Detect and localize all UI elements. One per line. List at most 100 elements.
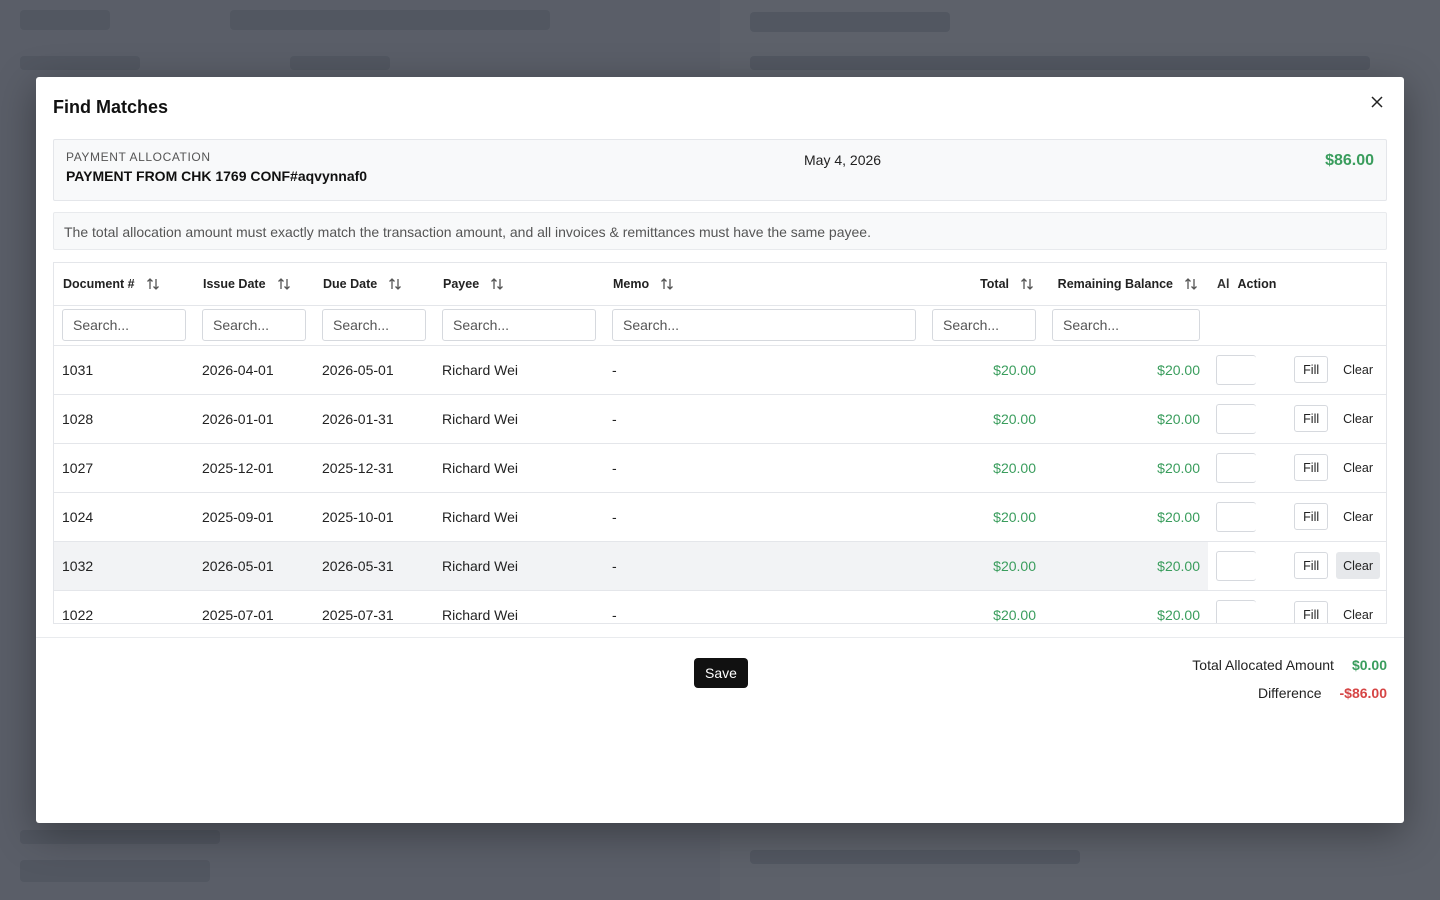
cell-document: 1028 (54, 394, 194, 444)
footer-divider (36, 637, 1404, 638)
allocation-notice: The total allocation amount must exactly… (53, 212, 1387, 250)
cell-issue-date: 2025-07-01 (194, 590, 314, 623)
cell-remaining-balance: $20.00 (1044, 492, 1208, 542)
cell-payee: Richard Wei (434, 541, 604, 591)
search-input-document[interactable] (62, 309, 186, 341)
payment-allocation-summary: PAYMENT ALLOCATION PAYMENT FROM CHK 1769… (53, 139, 1387, 201)
cell-due-date: 2025-10-01 (314, 492, 434, 542)
cell-payee: Richard Wei (434, 492, 604, 542)
cell-payee: Richard Wei (434, 394, 604, 444)
clear-button[interactable]: Clear (1336, 405, 1380, 432)
allocation-totals: Total Allocated Amount $0.00 Difference … (1192, 651, 1387, 707)
table-row: 1027 2025-12-01 2025-12-31 Richard Wei -… (54, 443, 1386, 493)
column-header-remaining-balance[interactable]: Remaining Balance (1044, 263, 1208, 306)
cell-payee: Richard Wei (434, 345, 604, 395)
clear-button[interactable]: Clear (1336, 454, 1380, 481)
save-button[interactable]: Save (694, 658, 748, 688)
cell-due-date: 2026-05-01 (314, 345, 434, 395)
allocation-amount-input[interactable] (1216, 550, 1256, 581)
sort-icon (491, 277, 504, 290)
table-row: 1032 2026-05-01 2026-05-31 Richard Wei -… (54, 541, 1386, 591)
sort-icon (661, 277, 674, 290)
search-input-due-date[interactable] (322, 309, 426, 341)
cell-issue-date: 2026-01-01 (194, 394, 314, 444)
search-input-issue-date[interactable] (202, 309, 306, 341)
cell-memo: - (604, 394, 924, 444)
clear-button[interactable]: Clear (1336, 356, 1380, 383)
cell-issue-date: 2025-12-01 (194, 443, 314, 493)
fill-button[interactable]: Fill (1294, 356, 1329, 383)
cell-memo: - (604, 541, 924, 591)
allocation-amount: $86.00 (1325, 152, 1374, 169)
column-header-allocated: Al (1217, 276, 1230, 291)
sort-icon (1021, 277, 1033, 290)
cell-due-date: 2025-07-31 (314, 590, 434, 623)
cell-issue-date: 2026-04-01 (194, 345, 314, 395)
search-input-total[interactable] (932, 309, 1036, 341)
allocation-label: PAYMENT ALLOCATION (66, 150, 211, 164)
search-input-memo[interactable] (612, 309, 916, 341)
cell-remaining-balance: $20.00 (1044, 541, 1208, 591)
fill-button[interactable]: Fill (1294, 503, 1329, 530)
modal-title: Find Matches (53, 97, 169, 117)
cell-issue-date: 2025-09-01 (194, 492, 314, 542)
cell-document: 1032 (54, 541, 194, 591)
search-input-remaining-balance[interactable] (1052, 309, 1200, 341)
fill-button[interactable]: Fill (1294, 552, 1329, 579)
column-header-allocated-action: Al Action (1208, 263, 1386, 306)
cell-due-date: 2026-05-31 (314, 541, 434, 591)
cell-total: $20.00 (924, 541, 1044, 591)
allocation-date: May 4, 2026 (804, 152, 882, 168)
allocation-amount-input[interactable] (1216, 403, 1256, 434)
column-header-document[interactable]: Document # (54, 263, 194, 306)
table-row: 1031 2026-04-01 2026-05-01 Richard Wei -… (54, 345, 1386, 395)
cell-remaining-balance: $20.00 (1044, 590, 1208, 623)
cell-payee: Richard Wei (434, 443, 604, 493)
fill-button[interactable]: Fill (1294, 405, 1329, 432)
allocation-description: PAYMENT FROM CHK 1769 CONF#aqvynnaf0 (66, 168, 368, 184)
column-header-issue-date[interactable]: Issue Date (194, 263, 314, 306)
column-header-due-date[interactable]: Due Date (314, 263, 434, 306)
cell-remaining-balance: $20.00 (1044, 345, 1208, 395)
cell-remaining-balance: $20.00 (1044, 394, 1208, 444)
clear-button[interactable]: Clear (1336, 503, 1380, 530)
allocation-amount-input[interactable] (1216, 599, 1256, 623)
cell-document: 1024 (54, 492, 194, 542)
cell-total: $20.00 (924, 394, 1044, 444)
find-matches-modal: Find Matches PAYMENT ALLOCATION PAYMENT … (36, 77, 1404, 823)
cell-memo: - (604, 590, 924, 623)
cell-memo: - (604, 443, 924, 493)
cell-total: $20.00 (924, 590, 1044, 623)
fill-button[interactable]: Fill (1294, 454, 1329, 481)
cell-issue-date: 2026-05-01 (194, 541, 314, 591)
sort-icon (277, 277, 290, 290)
table-row: 1024 2025-09-01 2025-10-01 Richard Wei -… (54, 492, 1386, 542)
cell-payee: Richard Wei (434, 590, 604, 623)
search-input-payee[interactable] (442, 309, 596, 341)
column-header-payee[interactable]: Payee (434, 263, 604, 306)
column-header-total[interactable]: Total (924, 263, 1044, 306)
allocation-amount-input[interactable] (1216, 452, 1256, 483)
clear-button[interactable]: Clear (1336, 552, 1380, 579)
clear-button[interactable]: Clear (1336, 601, 1380, 623)
column-header-memo[interactable]: Memo (604, 263, 924, 306)
close-icon (1371, 96, 1383, 108)
cell-total: $20.00 (924, 492, 1044, 542)
sort-icon (389, 277, 402, 290)
close-button[interactable] (1366, 91, 1388, 113)
allocation-amount-input[interactable] (1216, 501, 1256, 532)
cell-total: $20.00 (924, 443, 1044, 493)
total-allocated-value: $0.00 (1351, 657, 1387, 673)
cell-remaining-balance: $20.00 (1044, 443, 1208, 493)
table-row: 1028 2026-01-01 2026-01-31 Richard Wei -… (54, 394, 1386, 444)
sort-icon (146, 277, 159, 290)
table-row: 1022 2025-07-01 2025-07-31 Richard Wei -… (54, 590, 1386, 623)
cell-memo: - (604, 492, 924, 542)
allocation-amount-input[interactable] (1216, 354, 1256, 385)
cell-document: 1022 (54, 590, 194, 623)
cell-due-date: 2025-12-31 (314, 443, 434, 493)
fill-button[interactable]: Fill (1294, 601, 1329, 623)
column-header-action: Action (1237, 276, 1277, 291)
cell-document: 1027 (54, 443, 194, 493)
cell-total: $20.00 (924, 345, 1044, 395)
